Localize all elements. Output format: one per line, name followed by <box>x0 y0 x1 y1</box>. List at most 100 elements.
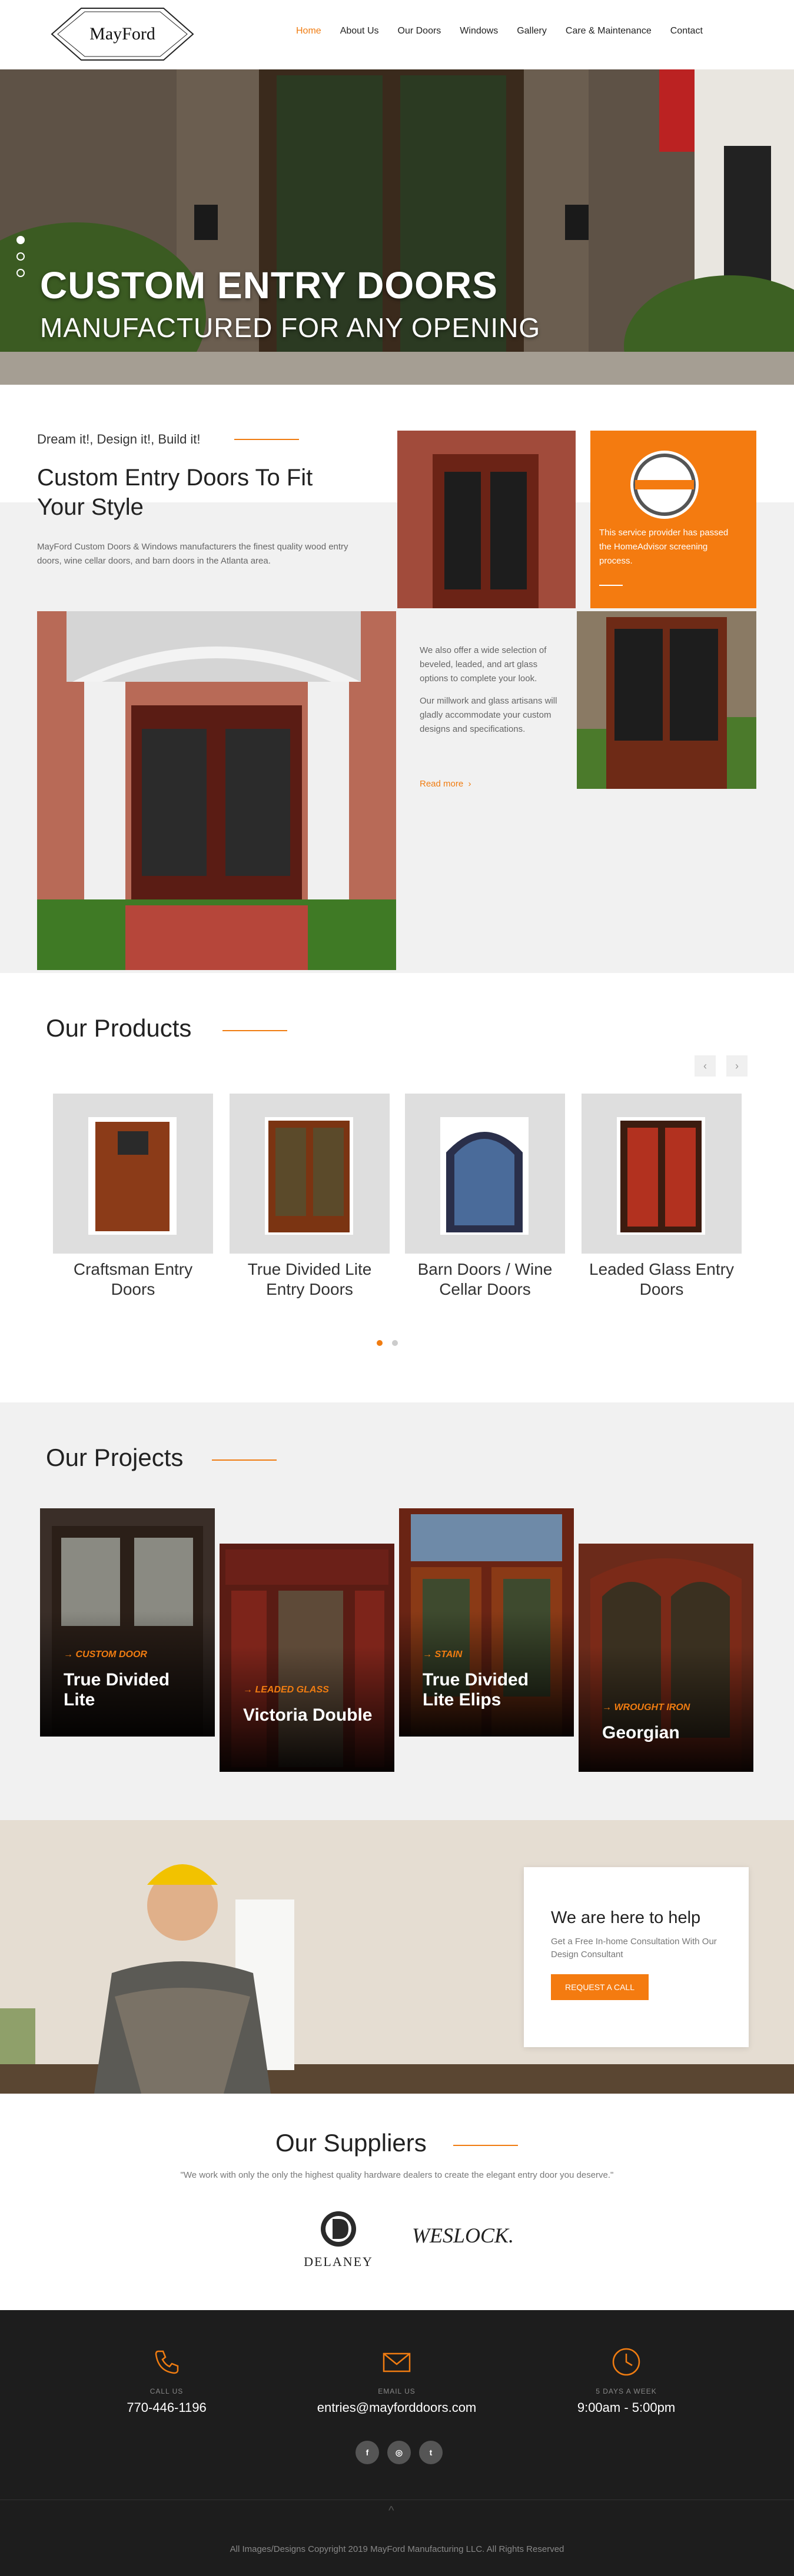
project-category-label: LEADED GLASS <box>255 1685 329 1695</box>
slider-dot-3[interactable] <box>16 269 25 277</box>
hero-slider: CUSTOM ENTRY DOORS MANUFACTURED FOR ANY … <box>0 69 794 385</box>
project-category: → LEADED GLASS <box>243 1685 329 1695</box>
contact-email: EMAIL US entries@mayforddoors.com <box>308 2345 485 2415</box>
project-category: → STAIN <box>423 1649 463 1659</box>
clock-icon <box>612 2348 640 2376</box>
intro-glass-text: We also offer a wide selection of bevele… <box>420 644 561 737</box>
orange-divider <box>599 585 623 586</box>
email-link[interactable]: entries@mayforddoors.com <box>308 2400 485 2415</box>
project-card[interactable]: → CUSTOM DOOR True Divided Lite <box>40 1508 215 1737</box>
delaney-logo[interactable]: DELANEY <box>300 2208 377 2273</box>
read-more-link[interactable]: Read more › <box>420 779 471 789</box>
product-card[interactable]: Leaded Glass Entry Doors <box>582 1094 742 1299</box>
nav-care-maintenance[interactable]: Care & Maintenance <box>566 26 652 36</box>
suppliers-title: Our Suppliers <box>275 2129 427 2157</box>
project-name: True Divided Lite Elips <box>423 1670 529 1709</box>
logo-text: MayFord <box>89 24 155 44</box>
products-title-divider <box>222 1030 287 1031</box>
weslock-logo[interactable]: WESLOCK. <box>412 2223 514 2258</box>
nav-contact[interactable]: Contact <box>670 26 703 36</box>
nav-about-us[interactable]: About Us <box>340 26 379 36</box>
facebook-icon[interactable]: f <box>356 2441 379 2464</box>
products-next-button[interactable]: › <box>726 1055 748 1077</box>
product-name: Leaded Glass Entry Doors <box>589 1260 734 1298</box>
tagline-divider <box>234 439 299 440</box>
product-card[interactable]: Barn Doors / Wine Cellar Doors <box>405 1094 565 1299</box>
slider-dots <box>16 236 25 285</box>
slider-dot-2[interactable] <box>16 252 25 261</box>
intro-tagline: Dream it!, Design it!, Build it! <box>37 432 201 446</box>
help-section: We are here to help Get a Free In-home C… <box>0 1820 794 2094</box>
homeadvisor-box <box>590 431 756 608</box>
product-image <box>405 1094 565 1254</box>
door-photo-brick <box>397 431 576 608</box>
double-door-photo <box>577 611 756 789</box>
scroll-to-top-icon[interactable]: ^ <box>388 2504 394 2518</box>
help-card: We are here to help Get a Free In-home C… <box>524 1867 749 2047</box>
product-image <box>230 1094 390 1254</box>
copyright-text: All Images/Designs Copyright 2019 MayFor… <box>230 2544 564 2554</box>
contact-hours: 5 DAYS A WEEK 9:00am - 5:00pm <box>538 2345 715 2415</box>
logo-link[interactable]: MayFord <box>46 5 199 64</box>
projects-title: Our Projects <box>46 1444 184 1471</box>
contact-hours-label: 5 DAYS A WEEK <box>596 2387 657 2395</box>
nav-our-doors[interactable]: Our Doors <box>398 26 441 36</box>
hero-subtitle: MANUFACTURED FOR ANY OPENING <box>40 312 541 343</box>
products-page-dot-2[interactable] <box>392 1340 398 1346</box>
twitter-icon[interactable]: t <box>419 2441 443 2464</box>
business-hours: 9:00am - 5:00pm <box>577 2400 676 2415</box>
site-header: MayFord Home About Us Our Doors Windows … <box>0 0 794 69</box>
nav-home[interactable]: Home <box>296 26 321 36</box>
intro-text: MayFord Custom Doors & Windows manufactu… <box>37 542 348 566</box>
projects-section: Our Projects → CUSTOM DOOR True Divided … <box>0 1402 794 1820</box>
intro-title: Custom Entry Doors To Fit Your Style <box>37 465 313 520</box>
porch-photo <box>37 611 396 970</box>
delaney-logo-text: DELANEY <box>304 2254 373 2269</box>
project-card[interactable]: → STAIN True Divided Lite Elips <box>399 1508 574 1737</box>
products-pagination <box>377 1340 398 1346</box>
project-card[interactable]: → WROUGHT IRON Georgian <box>579 1544 753 1772</box>
suppliers-section: Our Suppliers "We work with only the onl… <box>0 2094 794 2310</box>
product-name: True Divided Lite Entry Doors <box>247 1260 372 1298</box>
hero-title: CUSTOM ENTRY DOORS <box>40 264 498 306</box>
contact-call: CALL US 770-446-1196 <box>78 2345 255 2415</box>
site-footer: CALL US 770-446-1196 EMAIL US entries@ma… <box>0 2310 794 2576</box>
product-name: Barn Doors / Wine Cellar Doors <box>417 1260 553 1298</box>
help-text: Get a Free In-home Consultation With Our… <box>551 1937 717 1960</box>
product-image <box>582 1094 742 1254</box>
read-more-label: Read more <box>420 779 464 789</box>
nav-windows[interactable]: Windows <box>460 26 498 36</box>
project-category-label: STAIN <box>434 1649 463 1659</box>
slider-dot-1[interactable] <box>16 236 25 244</box>
product-card[interactable]: Craftsman Entry Doors <box>53 1094 213 1299</box>
nav-gallery[interactable]: Gallery <box>517 26 547 36</box>
project-category: → WROUGHT IRON <box>602 1702 690 1712</box>
product-name: Craftsman Entry Doors <box>73 1260 193 1298</box>
intro-glass-p2: Our millwork and glass artisans will gla… <box>420 696 557 734</box>
request-call-button[interactable]: REQUEST A CALL <box>551 1974 649 2000</box>
instagram-icon[interactable]: ◎ <box>387 2441 411 2464</box>
project-name: Georgian <box>602 1723 680 1742</box>
project-name: Victoria Double <box>243 1705 373 1725</box>
phone-link[interactable]: 770-446-1196 <box>78 2400 255 2415</box>
homeadvisor-text: This service provider has passed the Hom… <box>599 528 729 566</box>
products-section: Our Products ‹ › Craftsman Entry Doors T… <box>0 973 794 1402</box>
product-card[interactable]: True Divided Lite Entry Doors <box>230 1094 390 1299</box>
project-category-label: WROUGHT IRON <box>614 1702 690 1712</box>
help-title: We are here to help <box>551 1908 701 1927</box>
intro-section: Dream it!, Design it!, Build it! Custom … <box>0 385 794 973</box>
project-card[interactable]: → LEADED GLASS Victoria Double <box>220 1544 394 1772</box>
products-page-dot-1[interactable] <box>377 1340 383 1346</box>
contact-email-label: EMAIL US <box>378 2387 416 2395</box>
arrow-right-icon: › <box>466 779 471 789</box>
products-title: Our Products <box>46 1014 192 1042</box>
projects-title-divider <box>212 1459 277 1461</box>
homeadvisor-badge-icon <box>630 451 699 519</box>
suppliers-quote: "We work with only the only the highest … <box>180 2170 614 2180</box>
project-category: → CUSTOM DOOR <box>64 1649 147 1659</box>
project-name: True Divided Lite <box>64 1670 170 1709</box>
mail-icon <box>383 2352 411 2372</box>
product-image <box>53 1094 213 1254</box>
products-prev-button[interactable]: ‹ <box>695 1055 716 1077</box>
phone-icon <box>155 2350 179 2374</box>
